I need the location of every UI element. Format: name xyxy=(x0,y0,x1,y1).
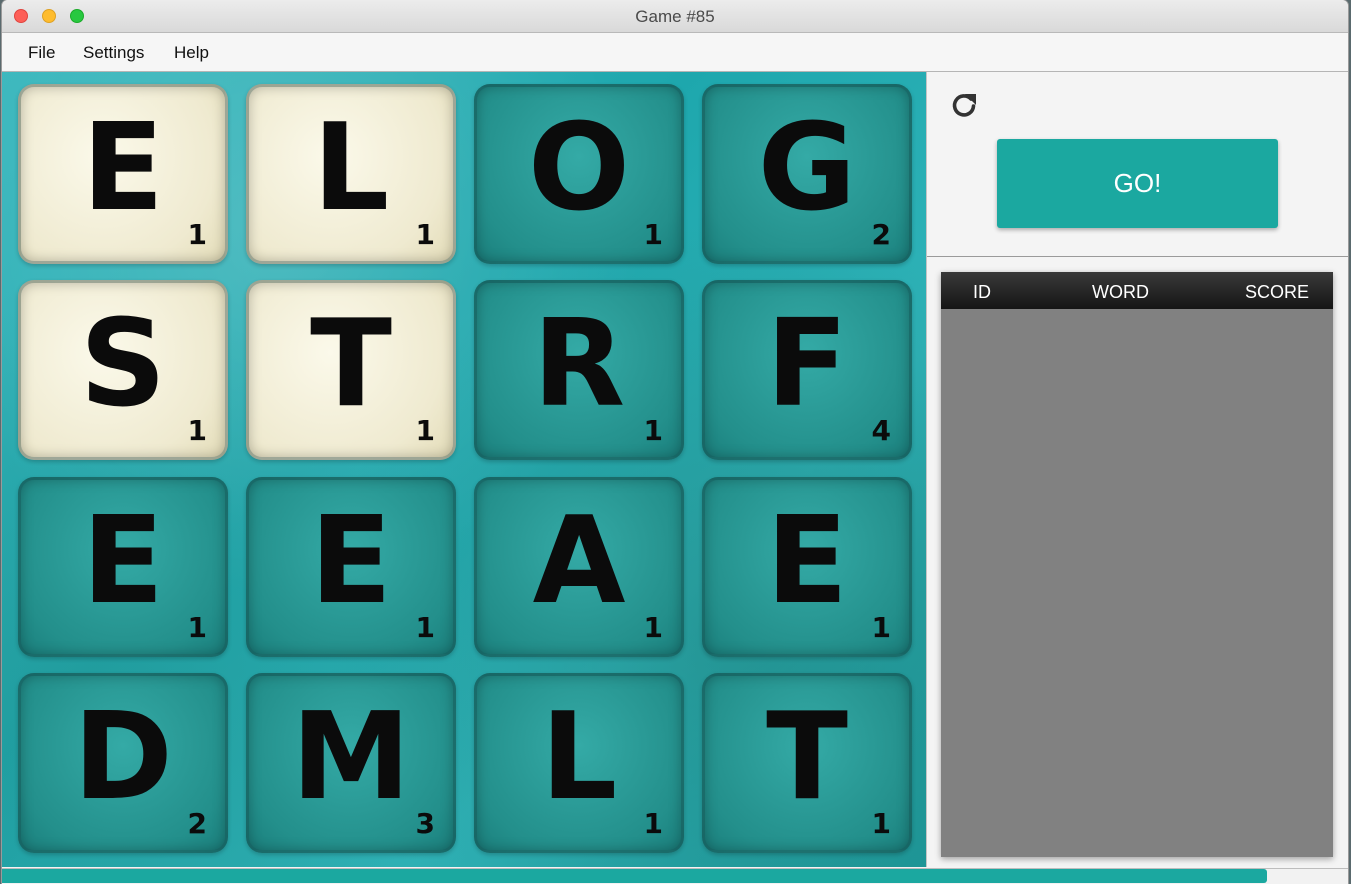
column-header-id[interactable]: ID xyxy=(973,282,991,303)
letter-tile[interactable]: E1 xyxy=(18,84,228,264)
tile-points: 2 xyxy=(871,218,891,251)
tile-points: 1 xyxy=(871,611,891,644)
tile-points: 1 xyxy=(643,807,663,840)
title-bar: Game #85 xyxy=(2,0,1348,33)
tile-letter: O xyxy=(527,99,630,239)
tile-letter: A xyxy=(532,492,626,632)
letter-tile[interactable]: E1 xyxy=(18,477,228,657)
letter-tile[interactable]: D2 xyxy=(18,673,228,853)
menu-help[interactable]: Help xyxy=(174,43,209,63)
tile-letter: F xyxy=(766,295,848,435)
tile-points: 1 xyxy=(871,807,891,840)
app-window: Game #85 File Settings Help E1L1O1G2S1T1… xyxy=(2,0,1348,884)
tile-letter: G xyxy=(757,99,857,239)
tile-points: 1 xyxy=(415,611,435,644)
tile-letter: S xyxy=(79,295,167,435)
tile-points: 1 xyxy=(415,218,435,251)
tile-letter: E xyxy=(82,492,164,632)
letter-tile[interactable]: O1 xyxy=(474,84,684,264)
tile-points: 1 xyxy=(643,414,663,447)
tile-points: 1 xyxy=(415,414,435,447)
letter-tile[interactable]: L1 xyxy=(474,673,684,853)
tile-letter: L xyxy=(312,99,390,239)
letter-tile[interactable]: M3 xyxy=(246,673,456,853)
letter-tile[interactable]: R1 xyxy=(474,280,684,460)
letter-tile[interactable]: T1 xyxy=(702,673,912,853)
panel-divider xyxy=(927,256,1348,257)
letter-tile[interactable]: E1 xyxy=(246,477,456,657)
letter-tile[interactable]: T1 xyxy=(246,280,456,460)
menu-settings[interactable]: Settings xyxy=(83,43,144,63)
letter-tile[interactable]: G2 xyxy=(702,84,912,264)
table-header: ID WORD SCORE xyxy=(941,272,1333,309)
tile-points: 1 xyxy=(643,611,663,644)
go-button[interactable]: GO! xyxy=(997,139,1278,228)
tile-letter: E xyxy=(766,492,848,632)
tile-points: 3 xyxy=(415,807,435,840)
side-panel: GO! ID WORD SCORE xyxy=(926,72,1348,867)
menu-bar: File Settings Help xyxy=(2,33,1348,72)
tile-points: 2 xyxy=(187,807,207,840)
tile-letter: R xyxy=(532,295,626,435)
letter-board: E1L1O1G2S1T1R1F4E1E1A1E1D2M3L1T1 xyxy=(2,72,926,867)
tile-letter: T xyxy=(766,688,848,828)
menu-file[interactable]: File xyxy=(28,43,55,63)
letter-tile[interactable]: A1 xyxy=(474,477,684,657)
tile-points: 4 xyxy=(871,414,891,447)
tile-letter: L xyxy=(540,688,618,828)
column-header-score[interactable]: SCORE xyxy=(1245,282,1309,303)
tile-points: 1 xyxy=(187,218,207,251)
letter-tile[interactable]: E1 xyxy=(702,477,912,657)
letter-tile[interactable]: L1 xyxy=(246,84,456,264)
tile-points: 1 xyxy=(187,611,207,644)
tile-letter: E xyxy=(310,492,392,632)
column-header-word[interactable]: WORD xyxy=(1092,282,1149,303)
tile-points: 1 xyxy=(187,414,207,447)
tile-letter: M xyxy=(291,688,411,828)
letter-tile[interactable]: S1 xyxy=(18,280,228,460)
letter-tile[interactable]: F4 xyxy=(702,280,912,460)
tile-letter: T xyxy=(310,295,392,435)
results-table: ID WORD SCORE xyxy=(941,272,1333,857)
progress-fill xyxy=(2,869,1268,883)
refresh-icon[interactable] xyxy=(949,90,979,120)
tile-points: 1 xyxy=(643,218,663,251)
tile-letter: D xyxy=(73,688,173,828)
tile-letter: E xyxy=(82,99,164,239)
window-title: Game #85 xyxy=(635,7,715,26)
progress-bar xyxy=(2,868,1348,884)
